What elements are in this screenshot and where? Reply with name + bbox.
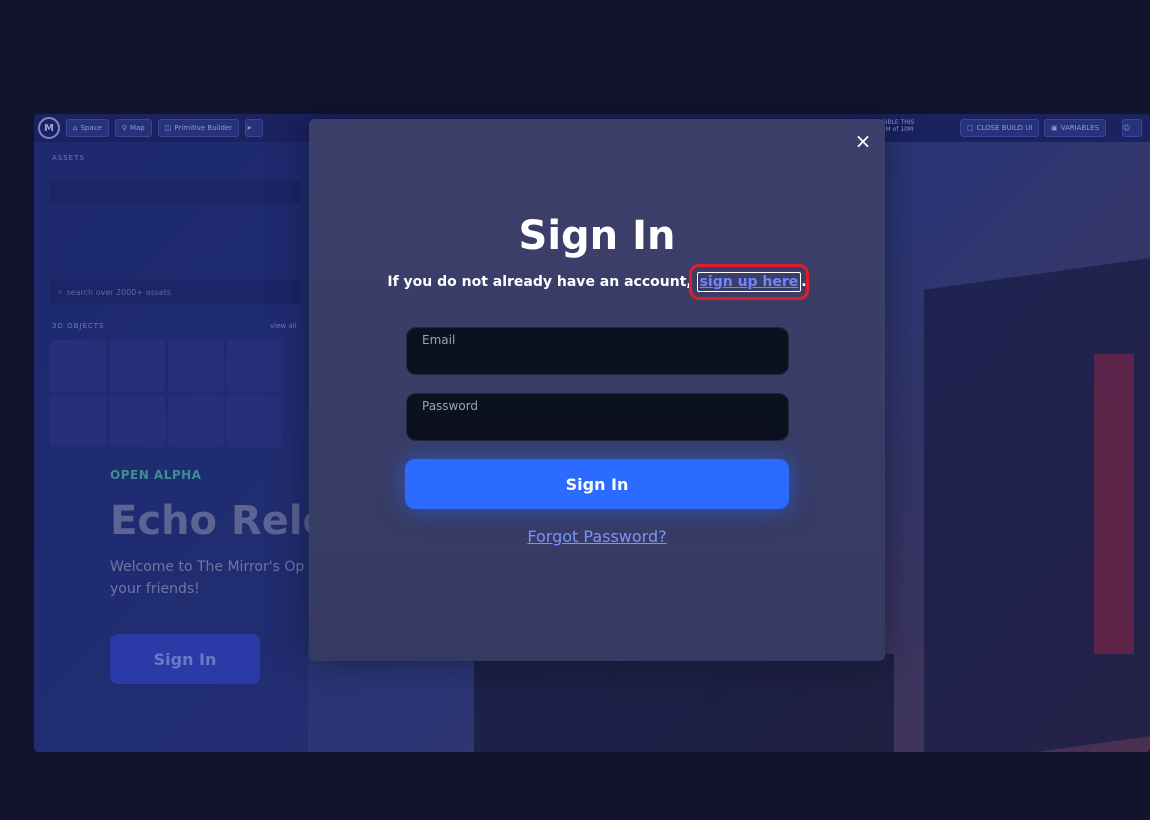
object-tile[interactable] xyxy=(109,395,165,447)
mirror-logo-icon[interactable]: M xyxy=(38,117,60,139)
password-input[interactable] xyxy=(421,416,774,436)
object-tile[interactable] xyxy=(168,395,224,447)
signup-prompt: If you do not already have an account, s… xyxy=(309,264,885,300)
avatar[interactable]: ☺ xyxy=(1122,119,1142,137)
object-grid xyxy=(50,340,283,447)
hero-tag: OPEN ALPHA xyxy=(110,468,202,482)
hero-panel: OPEN ALPHA Echo Rele Welcome to The Mirr… xyxy=(110,468,340,684)
primitive-builder-button[interactable]: ◫ Primitive Builder xyxy=(157,119,240,137)
object-tile[interactable] xyxy=(227,395,283,447)
asset-search-input[interactable]: ⌕ search over 2000+ assets xyxy=(50,280,300,304)
email-input[interactable] xyxy=(421,350,774,370)
email-field[interactable]: Email xyxy=(406,327,789,375)
object-tile[interactable] xyxy=(109,340,165,392)
objects-label: 3D OBJECTS xyxy=(52,322,105,330)
close-icon[interactable]: × xyxy=(853,131,873,151)
sign-in-modal: × Sign In If you do not already have an … xyxy=(309,119,885,661)
close-build-ui-button[interactable]: ▢ CLOSE BUILD UI xyxy=(960,119,1040,137)
modal-title: Sign In xyxy=(518,213,676,259)
space-button[interactable]: ⌂ Space xyxy=(66,119,109,137)
user-icon: ☺ xyxy=(1123,124,1131,132)
close-build-icon: ▢ xyxy=(967,124,974,132)
view-all-link[interactable]: view all xyxy=(270,322,297,330)
hero-title: Echo Rele xyxy=(110,498,330,544)
signup-prompt-text: If you do not already have an account, xyxy=(387,274,697,290)
variables-button[interactable]: ▣ VARIABLES xyxy=(1044,119,1107,137)
forgot-password-link[interactable]: Forgot Password? xyxy=(309,527,885,546)
object-tile[interactable] xyxy=(227,340,283,392)
password-field[interactable]: Password xyxy=(406,393,789,441)
search-icon: ⌕ xyxy=(58,287,63,296)
scene-machinery xyxy=(474,654,894,752)
sign-in-button[interactable]: Sign In xyxy=(405,459,789,509)
signup-prompt-suffix: . xyxy=(801,274,807,290)
object-tile[interactable] xyxy=(50,395,106,447)
asset-filter-select[interactable] xyxy=(50,180,300,204)
map-icon: ⚲ xyxy=(121,124,127,132)
email-label: Email xyxy=(422,333,456,347)
cube-icon: ◫ xyxy=(164,124,172,132)
cursor-icon: ➤ xyxy=(246,124,253,132)
hero-sign-in-button[interactable]: Sign In xyxy=(110,634,260,684)
object-tile[interactable] xyxy=(50,340,106,392)
map-button[interactable]: ⚲ Map xyxy=(114,119,152,137)
variables-icon: ▣ xyxy=(1051,124,1058,132)
scene-light xyxy=(1094,354,1134,654)
password-label: Password xyxy=(422,399,479,413)
cursor-tool-button[interactable]: ➤ xyxy=(245,119,264,137)
sign-up-link[interactable]: sign up here xyxy=(688,264,810,300)
assets-label: ASSETS xyxy=(52,154,85,162)
hero-description: Welcome to The Mirror's Op your friends! xyxy=(110,559,305,597)
object-tile[interactable] xyxy=(168,340,224,392)
home-icon: ⌂ xyxy=(73,124,78,132)
